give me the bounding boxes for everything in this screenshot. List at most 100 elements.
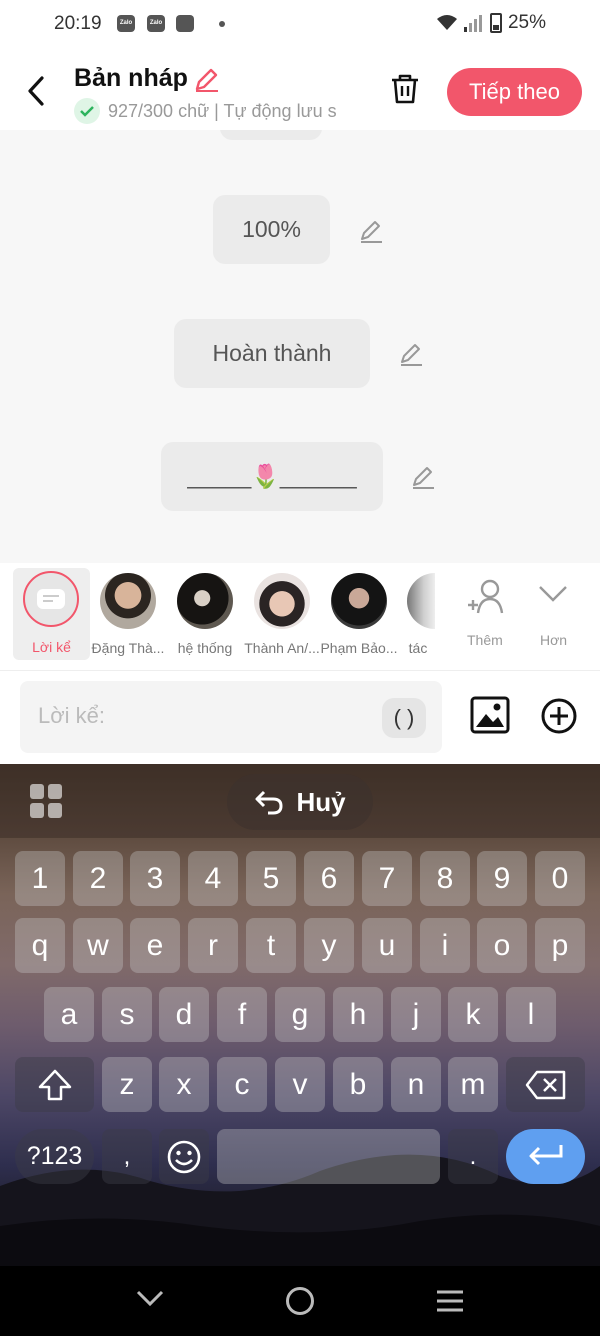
battery-icon	[489, 13, 502, 33]
period-key[interactable]: .	[448, 1129, 498, 1184]
narration-input[interactable]: Lời kể: ( )	[20, 681, 442, 753]
key-v[interactable]: v	[275, 1057, 325, 1112]
story-content: 100% Hoàn thành _____🌷______	[0, 130, 600, 563]
character-name: hệ thống	[177, 640, 233, 656]
key-i[interactable]: i	[420, 918, 470, 973]
key-u[interactable]: u	[362, 918, 412, 973]
key-q[interactable]: q	[15, 918, 65, 973]
battery-percent: 25%	[507, 12, 546, 33]
shift-key[interactable]	[15, 1057, 94, 1112]
key-a[interactable]: a	[44, 987, 94, 1042]
key-x[interactable]: x	[159, 1057, 209, 1112]
status-time: 20:19	[54, 13, 102, 34]
dialogue-bubble[interactable]: Hoàn thành	[174, 319, 370, 388]
edit-pencil-icon[interactable]	[398, 341, 424, 367]
video-call-icon	[176, 15, 194, 32]
character-avatar[interactable]	[100, 573, 156, 629]
key-y[interactable]: y	[304, 918, 354, 973]
edit-title-pencil-icon[interactable]	[192, 66, 220, 94]
key-6[interactable]: 6	[304, 851, 354, 906]
system-navigation-bar	[0, 1266, 600, 1336]
enter-key[interactable]	[506, 1129, 585, 1184]
trash-icon[interactable]	[388, 72, 422, 106]
wifi-icon	[436, 15, 457, 30]
key-g[interactable]: g	[275, 987, 325, 1042]
key-e[interactable]: e	[130, 918, 180, 973]
character-name: tác	[408, 640, 428, 656]
zalo-notification-icon: Zalo	[147, 15, 165, 32]
undo-button[interactable]: Huỷ	[227, 774, 373, 830]
editor-header: Bản nháp 927/300 chữ | Tự động lưu s Tiế…	[0, 50, 600, 130]
parenthesis-button[interactable]: ( )	[382, 698, 426, 738]
key-5[interactable]: 5	[246, 851, 296, 906]
symbols-key[interactable]: ?123	[15, 1129, 94, 1184]
key-t[interactable]: t	[246, 918, 296, 973]
key-l[interactable]: l	[506, 987, 556, 1042]
key-4[interactable]: 4	[188, 851, 238, 906]
narrator-avatar[interactable]	[23, 571, 79, 627]
more-notifications-icon	[219, 21, 225, 27]
key-8[interactable]: 8	[420, 851, 470, 906]
key-n[interactable]: n	[391, 1057, 441, 1112]
word-count-autosave: 927/300 chữ | Tự động lưu s	[74, 98, 364, 124]
zalo-notification-icon: Zalo	[117, 15, 135, 32]
input-row: Lời kể: ( )	[0, 671, 600, 764]
dialogue-bubble[interactable]	[220, 130, 322, 140]
key-d[interactable]: d	[159, 987, 209, 1042]
dialogue-bubble[interactable]: _____🌷______	[161, 442, 383, 511]
more-label[interactable]: Hơn	[540, 632, 567, 648]
character-name: Thành An/...	[244, 640, 320, 656]
key-b[interactable]: b	[333, 1057, 383, 1112]
page-title: Bản nháp	[74, 64, 188, 92]
key-j[interactable]: j	[391, 987, 441, 1042]
add-character-label[interactable]: Thêm	[467, 632, 503, 648]
dialogue-bubble[interactable]: 100%	[213, 195, 330, 264]
key-r[interactable]: r	[188, 918, 238, 973]
backspace-key[interactable]	[506, 1057, 585, 1112]
home-circle-icon[interactable]	[285, 1286, 315, 1316]
edit-pencil-icon[interactable]	[410, 464, 436, 490]
undo-label: Huỷ	[296, 786, 346, 817]
next-button[interactable]: Tiếp theo	[447, 68, 582, 116]
comma-key[interactable]: ,	[102, 1129, 152, 1184]
key-7[interactable]: 7	[362, 851, 412, 906]
key-h[interactable]: h	[333, 987, 383, 1042]
add-circle-icon[interactable]	[540, 697, 578, 735]
key-s[interactable]: s	[102, 987, 152, 1042]
character-selector: Lời kể Đặng Thà... hệ thống Thành An/...…	[0, 563, 600, 671]
key-p[interactable]: p	[535, 918, 585, 973]
space-key[interactable]	[217, 1129, 440, 1184]
emoji-key[interactable]	[159, 1129, 209, 1184]
character-avatar[interactable]	[177, 573, 233, 629]
chevron-down-icon[interactable]	[538, 585, 568, 603]
character-name: Đặng Thà...	[91, 640, 165, 656]
key-c[interactable]: c	[217, 1057, 267, 1112]
keyboard-menu-icon[interactable]	[30, 784, 64, 818]
recent-apps-menu-icon[interactable]	[435, 1288, 465, 1314]
key-k[interactable]: k	[448, 987, 498, 1042]
key-m[interactable]: m	[448, 1057, 498, 1112]
key-w[interactable]: w	[73, 918, 123, 973]
key-f[interactable]: f	[217, 987, 267, 1042]
shift-arrow-icon	[38, 1069, 71, 1101]
key-1[interactable]: 1	[15, 851, 65, 906]
key-o[interactable]: o	[477, 918, 527, 973]
key-3[interactable]: 3	[130, 851, 180, 906]
key-z[interactable]: z	[102, 1057, 152, 1112]
key-0[interactable]: 0	[535, 851, 585, 906]
hide-keyboard-chevron-icon[interactable]	[136, 1289, 164, 1307]
character-avatar[interactable]	[407, 573, 435, 629]
back-arrow-icon[interactable]	[22, 74, 52, 108]
narrator-label: Lời kể	[32, 639, 71, 655]
character-name: Phạm Bảo...	[320, 640, 398, 656]
key-9[interactable]: 9	[477, 851, 527, 906]
undo-icon	[255, 790, 283, 815]
autosave-status: 927/300 chữ | Tự động lưu s	[108, 100, 337, 121]
edit-pencil-icon[interactable]	[358, 218, 384, 244]
character-avatar[interactable]	[331, 573, 387, 629]
enter-arrow-icon	[529, 1145, 562, 1166]
add-character-icon[interactable]	[466, 577, 508, 617]
key-2[interactable]: 2	[73, 851, 123, 906]
character-avatar[interactable]	[254, 573, 310, 629]
image-icon[interactable]	[470, 696, 510, 734]
